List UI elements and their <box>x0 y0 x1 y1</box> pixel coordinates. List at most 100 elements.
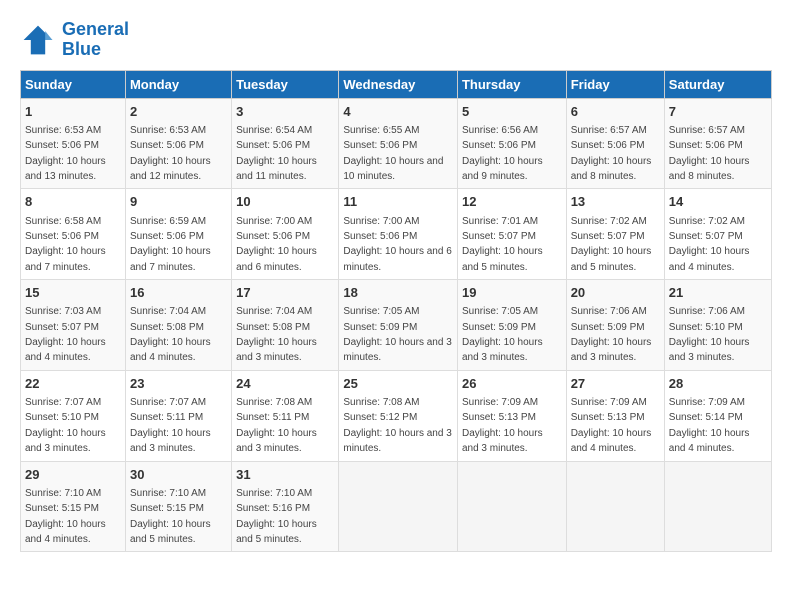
day-number: 9 <box>130 193 227 211</box>
calendar-cell: 24 Sunrise: 7:08 AM Sunset: 5:11 PM Dayl… <box>232 370 339 461</box>
day-number: 18 <box>343 284 453 302</box>
calendar-cell: 16 Sunrise: 7:04 AM Sunset: 5:08 PM Dayl… <box>125 280 231 371</box>
daylight-info: Daylight: 10 hours and 3 minutes. <box>236 428 317 454</box>
sunrise-info: Sunrise: 7:05 AM <box>462 306 538 317</box>
sunrise-info: Sunrise: 7:07 AM <box>130 397 206 408</box>
sunset-info: Sunset: 5:06 PM <box>343 140 417 151</box>
sunset-info: Sunset: 5:06 PM <box>130 140 204 151</box>
sunset-info: Sunset: 5:06 PM <box>236 231 310 242</box>
calendar-cell: 25 Sunrise: 7:08 AM Sunset: 5:12 PM Dayl… <box>339 370 458 461</box>
calendar-cell <box>664 461 771 552</box>
day-number: 28 <box>669 375 767 393</box>
calendar-cell: 15 Sunrise: 7:03 AM Sunset: 5:07 PM Dayl… <box>21 280 126 371</box>
sunset-info: Sunset: 5:07 PM <box>571 231 645 242</box>
day-number: 26 <box>462 375 562 393</box>
sunrise-info: Sunrise: 7:02 AM <box>571 216 647 227</box>
sunset-info: Sunset: 5:13 PM <box>462 412 536 423</box>
day-number: 22 <box>25 375 121 393</box>
calendar-cell: 28 Sunrise: 7:09 AM Sunset: 5:14 PM Dayl… <box>664 370 771 461</box>
sunrise-info: Sunrise: 7:09 AM <box>571 397 647 408</box>
daylight-info: Daylight: 10 hours and 5 minutes. <box>130 519 211 545</box>
day-number: 15 <box>25 284 121 302</box>
calendar-cell: 21 Sunrise: 7:06 AM Sunset: 5:10 PM Dayl… <box>664 280 771 371</box>
day-number: 31 <box>236 466 334 484</box>
sunset-info: Sunset: 5:16 PM <box>236 503 310 514</box>
calendar-cell <box>339 461 458 552</box>
daylight-info: Daylight: 10 hours and 3 minutes. <box>343 428 451 454</box>
sunrise-info: Sunrise: 7:06 AM <box>669 306 745 317</box>
calendar-cell: 7 Sunrise: 6:57 AM Sunset: 5:06 PM Dayli… <box>664 98 771 189</box>
calendar-cell: 19 Sunrise: 7:05 AM Sunset: 5:09 PM Dayl… <box>457 280 566 371</box>
sunset-info: Sunset: 5:15 PM <box>130 503 204 514</box>
sunrise-info: Sunrise: 7:10 AM <box>236 488 312 499</box>
daylight-info: Daylight: 10 hours and 10 minutes. <box>343 156 443 182</box>
daylight-info: Daylight: 10 hours and 4 minutes. <box>669 246 750 272</box>
day-number: 29 <box>25 466 121 484</box>
sunrise-info: Sunrise: 7:03 AM <box>25 306 101 317</box>
sunset-info: Sunset: 5:15 PM <box>25 503 99 514</box>
sunrise-info: Sunrise: 7:10 AM <box>25 488 101 499</box>
sunrise-info: Sunrise: 6:57 AM <box>571 125 647 136</box>
sunrise-info: Sunrise: 7:09 AM <box>669 397 745 408</box>
sunset-info: Sunset: 5:06 PM <box>571 140 645 151</box>
daylight-info: Daylight: 10 hours and 5 minutes. <box>462 246 543 272</box>
sunrise-info: Sunrise: 7:04 AM <box>236 306 312 317</box>
calendar-cell <box>566 461 664 552</box>
daylight-info: Daylight: 10 hours and 8 minutes. <box>669 156 750 182</box>
sunset-info: Sunset: 5:08 PM <box>130 322 204 333</box>
sunrise-info: Sunrise: 7:08 AM <box>236 397 312 408</box>
sunset-info: Sunset: 5:09 PM <box>343 322 417 333</box>
day-number: 2 <box>130 103 227 121</box>
sunrise-info: Sunrise: 6:55 AM <box>343 125 419 136</box>
calendar-cell: 26 Sunrise: 7:09 AM Sunset: 5:13 PM Dayl… <box>457 370 566 461</box>
sunrise-info: Sunrise: 7:05 AM <box>343 306 419 317</box>
calendar-cell: 14 Sunrise: 7:02 AM Sunset: 5:07 PM Dayl… <box>664 189 771 280</box>
calendar-cell: 18 Sunrise: 7:05 AM Sunset: 5:09 PM Dayl… <box>339 280 458 371</box>
day-number: 3 <box>236 103 334 121</box>
daylight-info: Daylight: 10 hours and 3 minutes. <box>25 428 106 454</box>
day-number: 1 <box>25 103 121 121</box>
sunrise-info: Sunrise: 6:53 AM <box>25 125 101 136</box>
calendar-cell: 6 Sunrise: 6:57 AM Sunset: 5:06 PM Dayli… <box>566 98 664 189</box>
daylight-info: Daylight: 10 hours and 3 minutes. <box>669 337 750 363</box>
calendar-cell: 29 Sunrise: 7:10 AM Sunset: 5:15 PM Dayl… <box>21 461 126 552</box>
sunrise-info: Sunrise: 6:57 AM <box>669 125 745 136</box>
sunset-info: Sunset: 5:07 PM <box>25 322 99 333</box>
sunrise-info: Sunrise: 7:04 AM <box>130 306 206 317</box>
daylight-info: Daylight: 10 hours and 4 minutes. <box>25 337 106 363</box>
sunrise-info: Sunrise: 6:59 AM <box>130 216 206 227</box>
sunrise-info: Sunrise: 7:07 AM <box>25 397 101 408</box>
calendar-week-5: 29 Sunrise: 7:10 AM Sunset: 5:15 PM Dayl… <box>21 461 772 552</box>
calendar-cell: 20 Sunrise: 7:06 AM Sunset: 5:09 PM Dayl… <box>566 280 664 371</box>
day-number: 21 <box>669 284 767 302</box>
sunrise-info: Sunrise: 6:54 AM <box>236 125 312 136</box>
daylight-info: Daylight: 10 hours and 5 minutes. <box>571 246 652 272</box>
calendar-cell: 12 Sunrise: 7:01 AM Sunset: 5:07 PM Dayl… <box>457 189 566 280</box>
calendar-cell: 9 Sunrise: 6:59 AM Sunset: 5:06 PM Dayli… <box>125 189 231 280</box>
sunset-info: Sunset: 5:10 PM <box>25 412 99 423</box>
col-header-wednesday: Wednesday <box>339 70 458 98</box>
sunrise-info: Sunrise: 6:58 AM <box>25 216 101 227</box>
calendar-cell: 30 Sunrise: 7:10 AM Sunset: 5:15 PM Dayl… <box>125 461 231 552</box>
sunset-info: Sunset: 5:07 PM <box>669 231 743 242</box>
sunrise-info: Sunrise: 6:56 AM <box>462 125 538 136</box>
daylight-info: Daylight: 10 hours and 4 minutes. <box>571 428 652 454</box>
day-number: 23 <box>130 375 227 393</box>
sunset-info: Sunset: 5:06 PM <box>236 140 310 151</box>
day-number: 13 <box>571 193 660 211</box>
sunset-info: Sunset: 5:06 PM <box>130 231 204 242</box>
col-header-sunday: Sunday <box>21 70 126 98</box>
sunset-info: Sunset: 5:06 PM <box>343 231 417 242</box>
daylight-info: Daylight: 10 hours and 8 minutes. <box>571 156 652 182</box>
calendar-cell: 2 Sunrise: 6:53 AM Sunset: 5:06 PM Dayli… <box>125 98 231 189</box>
logo-text: General Blue <box>62 20 129 60</box>
sunset-info: Sunset: 5:07 PM <box>462 231 536 242</box>
sunrise-info: Sunrise: 7:00 AM <box>343 216 419 227</box>
calendar-cell: 22 Sunrise: 7:07 AM Sunset: 5:10 PM Dayl… <box>21 370 126 461</box>
sunset-info: Sunset: 5:06 PM <box>462 140 536 151</box>
sunrise-info: Sunrise: 7:10 AM <box>130 488 206 499</box>
calendar-week-4: 22 Sunrise: 7:07 AM Sunset: 5:10 PM Dayl… <box>21 370 772 461</box>
day-number: 14 <box>669 193 767 211</box>
day-number: 4 <box>343 103 453 121</box>
calendar-cell: 3 Sunrise: 6:54 AM Sunset: 5:06 PM Dayli… <box>232 98 339 189</box>
